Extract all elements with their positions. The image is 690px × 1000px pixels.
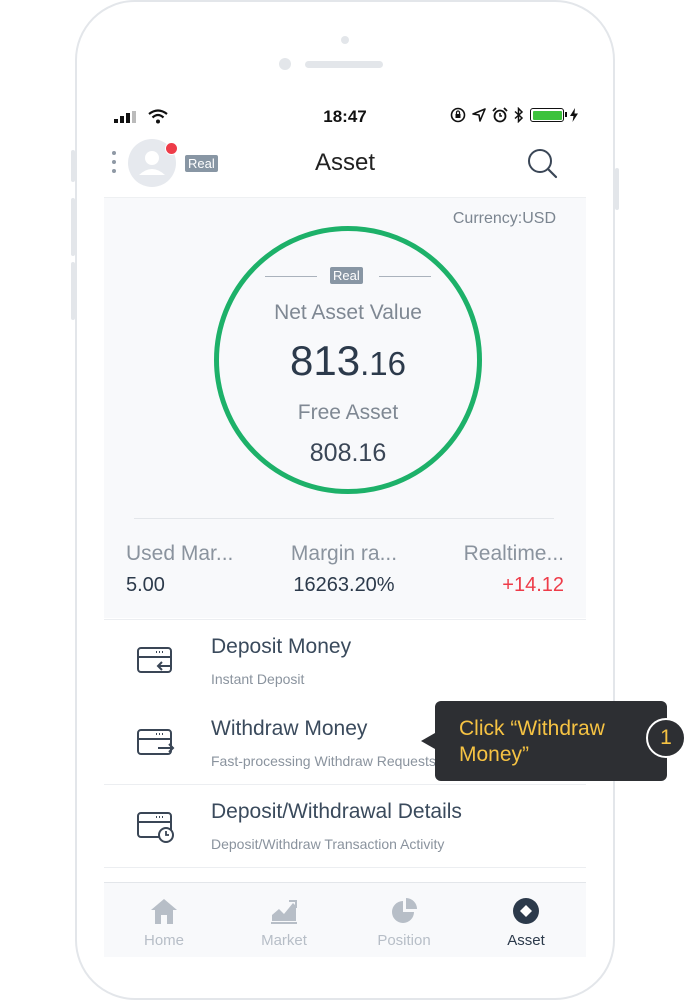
withdraw-icon (137, 729, 175, 755)
net-asset-value: 813.16 (219, 337, 477, 385)
tooltip-text: Click “Withdraw Money” (459, 717, 605, 766)
earpiece-speaker (305, 61, 383, 68)
stats-divider (134, 518, 554, 519)
deposit-money-item[interactable]: Deposit Money Instant Deposit (104, 619, 586, 703)
tab-label: Asset (507, 932, 545, 949)
tab-home[interactable]: Home (114, 897, 214, 949)
charging-bolt-icon (570, 108, 578, 122)
pie-chart-icon (392, 898, 417, 923)
tab-market[interactable]: Market (234, 897, 334, 949)
tab-label: Home (143, 932, 184, 949)
front-camera (279, 58, 291, 70)
stat-label: Margin ra... (290, 542, 398, 565)
stat-realtime-pl: Realtime... +14.12 (414, 542, 564, 597)
step-number-badge: 1 (646, 718, 686, 758)
stat-label: Realtime... (463, 542, 564, 565)
app-header: Real Asset (104, 131, 586, 198)
menu-item-title: Deposit Money (211, 635, 352, 658)
net-asset-ring: Real Net Asset Value 813.16 Free Asset 8… (214, 226, 482, 494)
status-bar: 18:47 (104, 101, 586, 131)
asset-diamond-icon (513, 898, 539, 924)
tab-label: Position (377, 932, 431, 949)
market-chart-icon (271, 900, 297, 924)
tutorial-tooltip: Click “Withdraw Money” (421, 701, 667, 781)
menu-item-subtitle: Instant Deposit (211, 671, 305, 687)
stat-used-margin: Used Mar... 5.00 (126, 542, 276, 597)
currency-label: Currency:USD (452, 210, 556, 227)
app-screen: 18:47 Real Asset Currency:USD Real Net A… (104, 101, 586, 957)
net-asset-label: Net Asset Value (274, 301, 422, 324)
sensor-dot (341, 36, 349, 44)
tab-label: Market (261, 932, 307, 949)
bottom-tab-bar: Home Market Position Asset (104, 882, 586, 957)
mute-switch (71, 150, 75, 182)
transaction-details-item[interactable]: Deposit/Withdrawal Details Deposit/Withd… (104, 785, 586, 868)
menu-item-title: Withdraw Money (211, 717, 368, 740)
volume-up-button (71, 198, 75, 256)
menu-item-subtitle: Fast-processing Withdraw Requests (211, 753, 436, 769)
ring-account-badge: Real (330, 267, 363, 284)
tooltip-arrow (421, 733, 435, 749)
net-asset-decimal: .16 (360, 345, 406, 382)
battery-icon (530, 108, 567, 122)
stat-label: Used Mar... (126, 542, 234, 565)
stat-value: 16263.20% (293, 574, 395, 596)
ring-divider-right (379, 276, 431, 277)
location-arrow-icon (472, 108, 486, 122)
deposit-icon (137, 647, 172, 673)
asset-summary: Currency:USD Real Net Asset Value 813.16… (104, 198, 586, 618)
net-asset-integer: 813 (290, 337, 361, 384)
power-button (615, 168, 619, 210)
search-icon[interactable] (525, 146, 559, 180)
volume-down-button (71, 262, 75, 320)
stat-value: +14.12 (502, 574, 564, 596)
stat-value: 5.00 (126, 574, 165, 596)
ring-divider-left (265, 276, 317, 277)
tab-asset[interactable]: Asset (476, 897, 576, 949)
rotation-lock-icon (450, 107, 466, 123)
page-title: Asset (314, 149, 376, 176)
bluetooth-icon (514, 107, 524, 123)
history-clock-icon (137, 812, 174, 843)
stat-margin-ratio: Margin ra... 16263.20% (269, 542, 419, 597)
menu-item-subtitle: Deposit/Withdraw Transaction Activity (211, 836, 445, 852)
menu-item-title: Deposit/Withdrawal Details (211, 800, 462, 823)
home-icon (151, 899, 177, 924)
status-right-icons (450, 107, 578, 123)
free-asset-label: Free Asset (297, 401, 399, 424)
free-asset-value: 808.16 (309, 439, 387, 467)
tab-position[interactable]: Position (354, 897, 454, 949)
alarm-clock-icon (492, 107, 508, 123)
